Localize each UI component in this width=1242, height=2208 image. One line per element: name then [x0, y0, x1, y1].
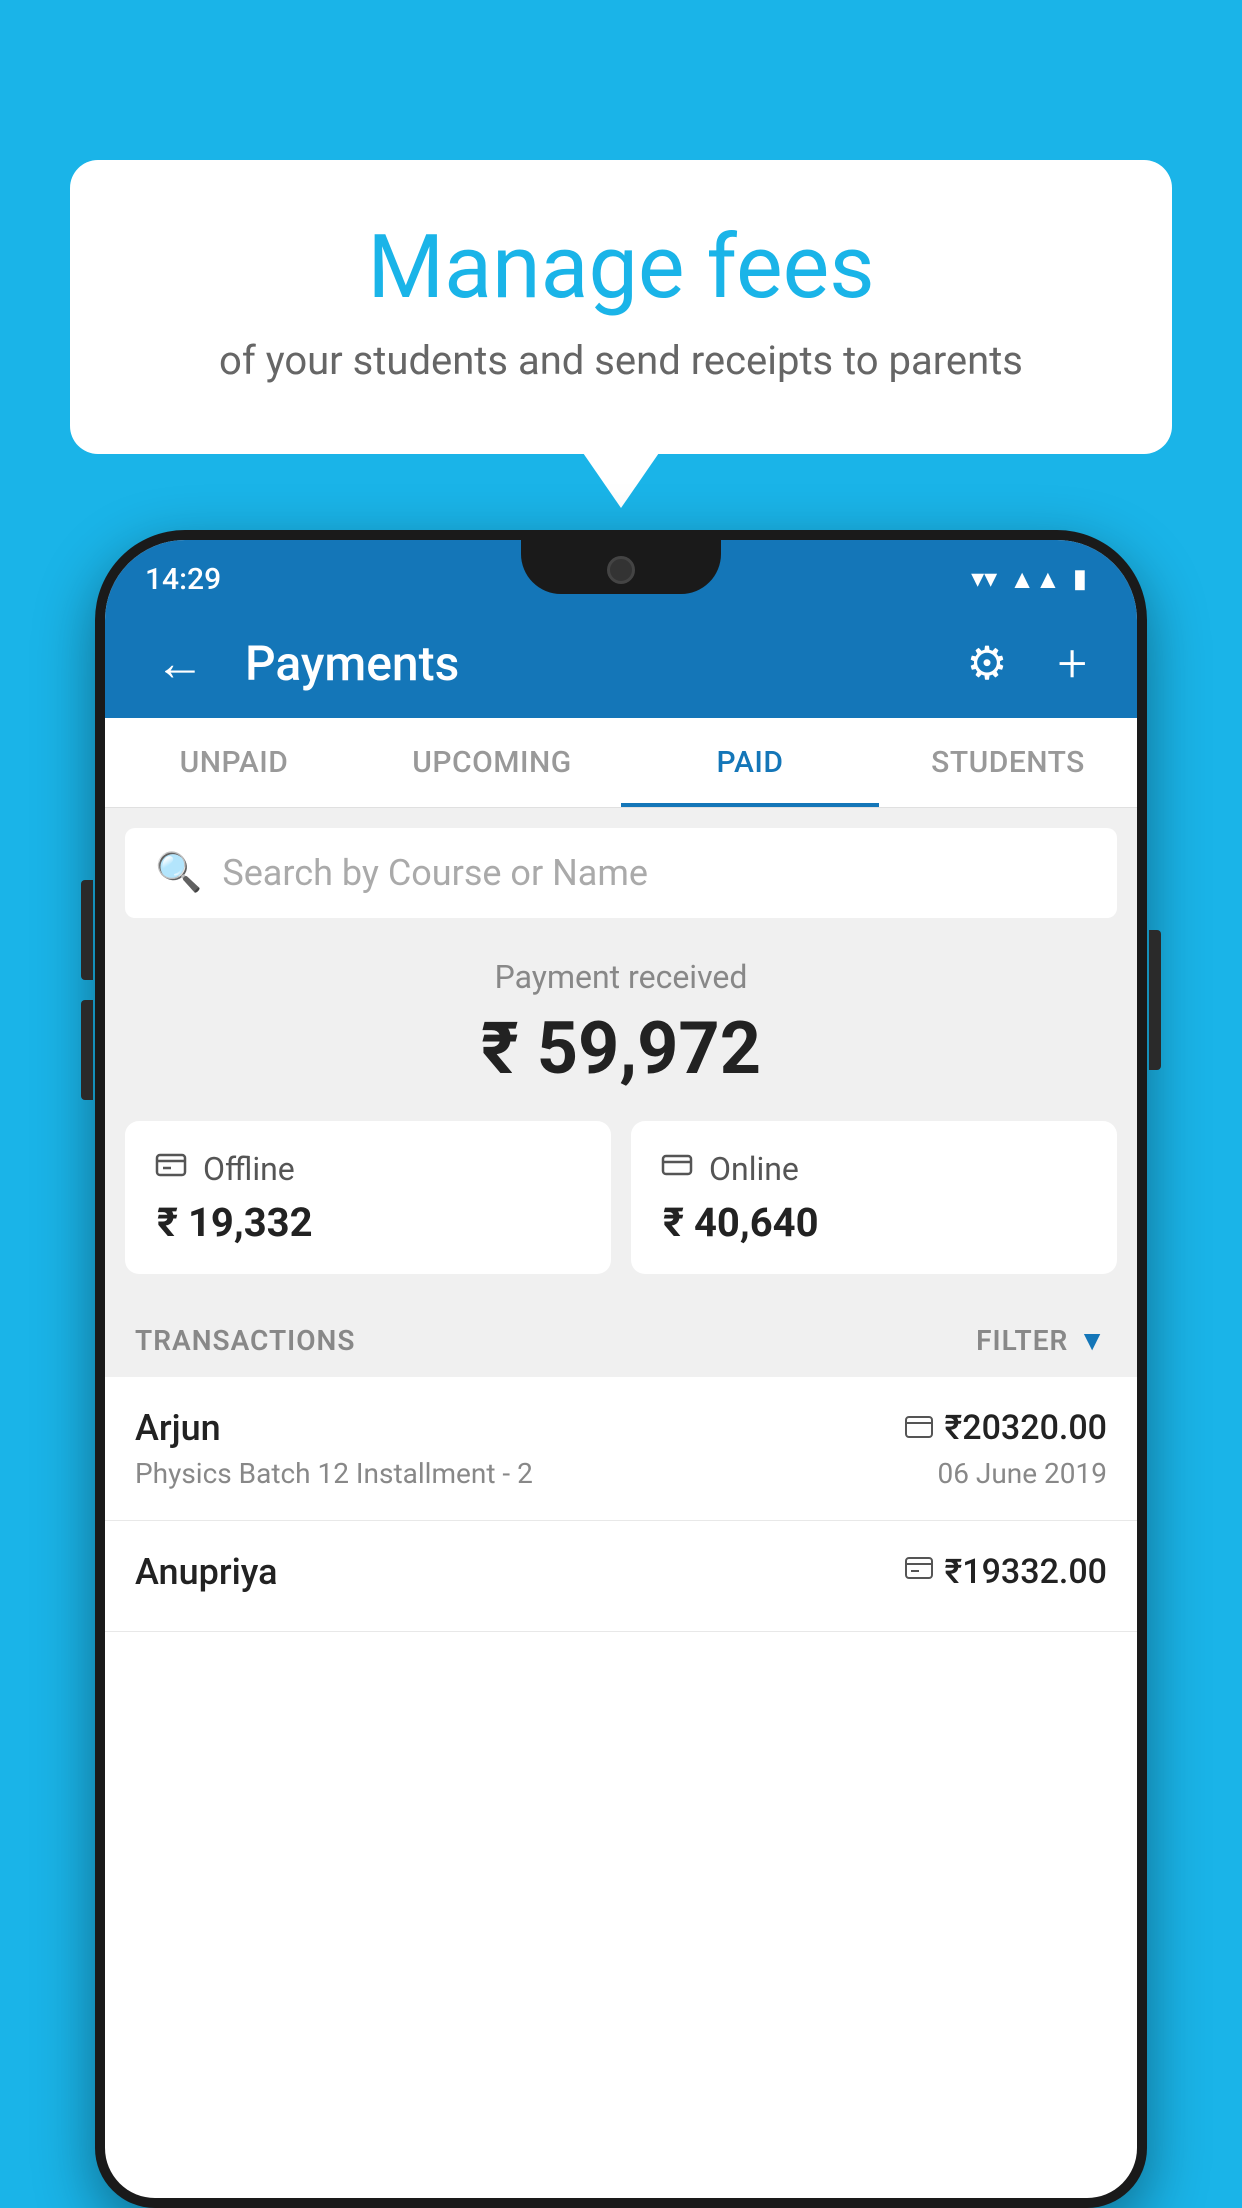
tabs: UNPAID UPCOMING PAID STUDENTS	[105, 718, 1137, 808]
transaction-sub: Physics Batch 12 Installment - 2 06 June…	[135, 1457, 1107, 1490]
transaction-row-top: Arjun ₹20320.00	[135, 1407, 1107, 1449]
signal-icon: ▲▲	[1009, 564, 1060, 595]
tab-students[interactable]: STUDENTS	[879, 718, 1137, 807]
search-icon: 🔍	[155, 851, 202, 895]
online-label: Online	[709, 1150, 799, 1188]
search-bar[interactable]: 🔍 Search by Course or Name	[125, 828, 1117, 918]
transaction-amount-2: ₹19332.00	[945, 1552, 1107, 1592]
payment-amount: ₹ 59,972	[125, 1006, 1117, 1091]
transaction-course: Physics Batch 12 Installment - 2	[135, 1457, 533, 1490]
payment-received-label: Payment received	[125, 958, 1117, 996]
speech-bubble: Manage fees of your students and send re…	[70, 160, 1172, 454]
transactions-header: TRANSACTIONS FILTER ▼	[105, 1304, 1137, 1377]
settings-icon[interactable]: ⚙	[956, 626, 1017, 701]
tab-upcoming[interactable]: UPCOMING	[363, 718, 621, 807]
speech-bubble-subtitle: of your students and send receipts to pa…	[140, 337, 1102, 384]
volume-up-button[interactable]	[81, 880, 93, 980]
payment-received-section: Payment received ₹ 59,972	[105, 918, 1137, 1121]
tab-paid[interactable]: PAID	[621, 718, 879, 807]
volume-down-button[interactable]	[81, 1000, 93, 1100]
online-card-header: Online	[661, 1149, 1087, 1189]
transactions-label: TRANSACTIONS	[135, 1324, 355, 1357]
tab-unpaid[interactable]: UNPAID	[105, 718, 363, 807]
online-icon	[661, 1149, 693, 1189]
app-bar-title: Payments	[245, 635, 926, 692]
phone-frame: 14:29 ▾▾ ▲▲ ▮ ← Payments ⚙ + UNPAID UPCO…	[95, 530, 1147, 2208]
transaction-row-top-2: Anupriya ₹19332.00	[135, 1551, 1107, 1593]
online-payment-card: Online ₹ 40,640	[631, 1121, 1117, 1274]
status-icons: ▾▾ ▲▲ ▮	[971, 564, 1087, 595]
offline-icon	[155, 1149, 187, 1189]
transaction-item-arjun[interactable]: Arjun ₹20320.00 Physics Batch 12 Install…	[105, 1377, 1137, 1521]
phone-notch	[521, 540, 721, 594]
transaction-name-2: Anupriya	[135, 1551, 278, 1593]
transaction-amount: ₹20320.00	[945, 1408, 1107, 1448]
offline-payment-icon	[905, 1554, 933, 1590]
transaction-date: 06 June 2019	[937, 1457, 1107, 1490]
filter-icon: ▼	[1078, 1324, 1107, 1357]
transaction-amount-row: ₹20320.00	[905, 1408, 1107, 1448]
offline-label: Offline	[203, 1150, 295, 1188]
back-button[interactable]: ←	[145, 624, 215, 703]
add-button[interactable]: +	[1048, 623, 1097, 704]
wifi-icon: ▾▾	[971, 564, 997, 594]
offline-payment-card: Offline ₹ 19,332	[125, 1121, 611, 1274]
search-placeholder: Search by Course or Name	[222, 852, 648, 894]
phone-screen: 14:29 ▾▾ ▲▲ ▮ ← Payments ⚙ + UNPAID UPCO…	[105, 540, 1137, 2198]
content-area: 🔍 Search by Course or Name Payment recei…	[105, 808, 1137, 1632]
phone-camera	[607, 556, 635, 584]
online-amount: ₹ 40,640	[661, 1199, 1087, 1246]
transaction-item-anupriya[interactable]: Anupriya ₹19332.00	[105, 1521, 1137, 1632]
offline-card-header: Offline	[155, 1149, 581, 1189]
offline-amount: ₹ 19,332	[155, 1199, 581, 1246]
status-time: 14:29	[145, 562, 221, 597]
payment-cards: Offline ₹ 19,332 Online	[105, 1121, 1137, 1304]
battery-icon: ▮	[1073, 564, 1087, 594]
transaction-name: Arjun	[135, 1407, 221, 1449]
transaction-amount-row-2: ₹19332.00	[905, 1552, 1107, 1592]
app-bar: ← Payments ⚙ +	[105, 608, 1137, 718]
online-payment-icon	[905, 1411, 933, 1446]
power-button[interactable]	[1149, 930, 1161, 1070]
speech-bubble-title: Manage fees	[140, 220, 1102, 317]
filter-button[interactable]: FILTER ▼	[976, 1324, 1107, 1357]
filter-label: FILTER	[976, 1324, 1068, 1357]
